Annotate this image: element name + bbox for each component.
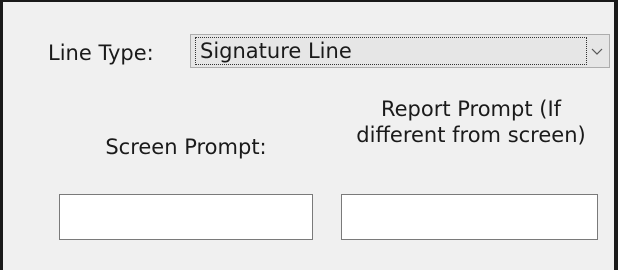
- panel-border-top: [0, 0, 620, 2]
- screen-prompt-label: Screen Prompt:: [105, 135, 267, 159]
- report-prompt-input[interactable]: [341, 194, 598, 240]
- chevron-down-icon: [591, 48, 603, 55]
- line-type-label: Line Type:: [48, 41, 154, 65]
- report-prompt-label: Report Prompt (If different from screen): [340, 96, 602, 148]
- line-type-dropdown[interactable]: Signature Line: [190, 34, 610, 68]
- form-panel: Line Type: Signature Line Screen Prompt:…: [0, 0, 620, 270]
- report-prompt-label-line2: different from screen): [356, 123, 586, 147]
- panel-border-left: [0, 0, 3, 270]
- line-type-selected-value: Signature Line: [195, 37, 587, 65]
- screen-prompt-input[interactable]: [59, 194, 313, 240]
- report-prompt-label-line1: Report Prompt (If: [380, 97, 562, 121]
